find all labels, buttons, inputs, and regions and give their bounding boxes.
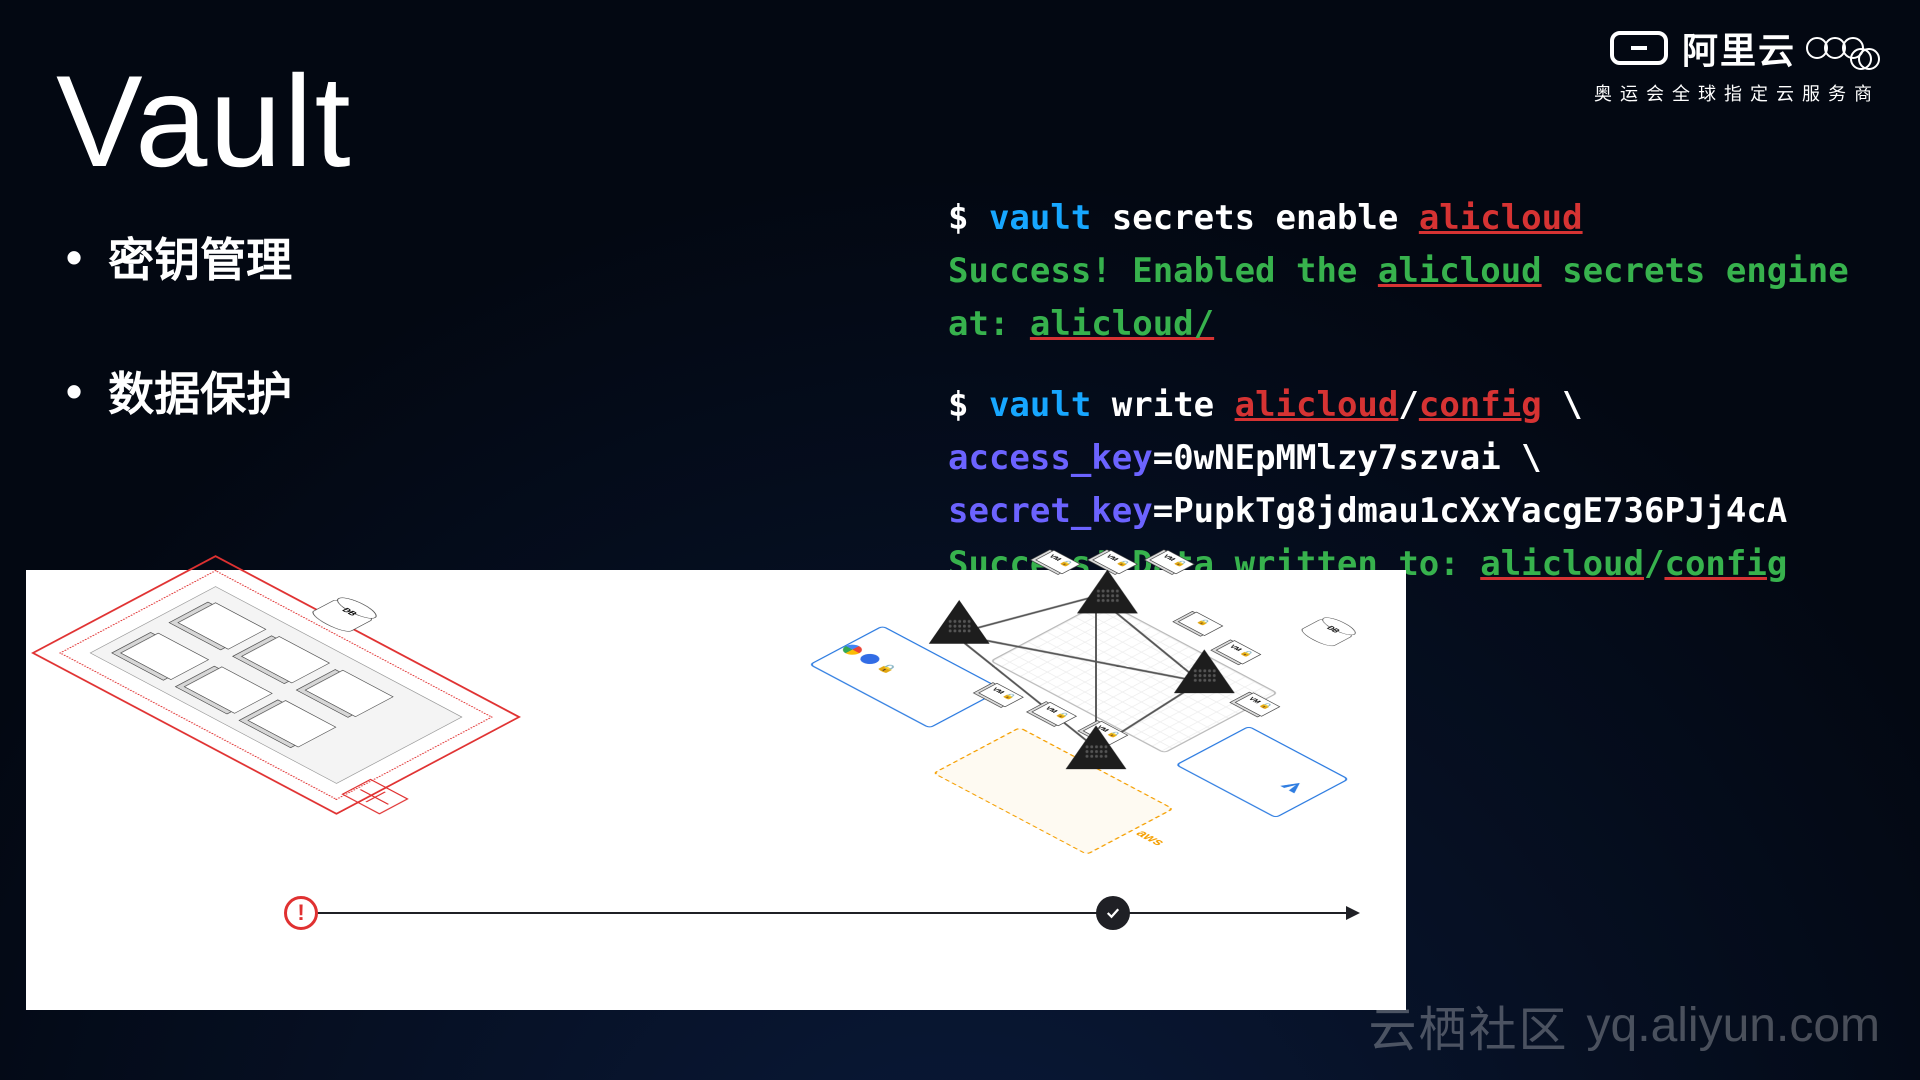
bullet-item: 密钥管理 xyxy=(66,224,292,290)
lock-icon: 🔒 xyxy=(1114,559,1131,568)
bullet-item: 数据保护 xyxy=(66,358,292,424)
consul-node-icon xyxy=(1174,649,1235,695)
term-highlight: config xyxy=(1664,544,1787,584)
lock-icon: 🔒 xyxy=(1171,559,1188,568)
lock-icon: 🔒 xyxy=(1257,701,1274,710)
term-text: / xyxy=(1398,385,1418,425)
watermark: 云栖社区 yq.aliyun.com xyxy=(1369,990,1880,1060)
prompt: $ xyxy=(948,198,989,238)
term-highlight: alicloud xyxy=(1480,544,1644,584)
cloud-plane-azure xyxy=(1175,726,1350,819)
database-icon: DB xyxy=(1292,617,1356,651)
term-highlight: config xyxy=(1419,385,1542,425)
prompt: $ xyxy=(948,385,989,425)
term-line-3: $ vault write alicloud/config \ xyxy=(948,379,1920,432)
vm-box: VM 🔒 xyxy=(1031,702,1077,726)
term-line-4: access_key=0wNEpMMlzy7szvai \ xyxy=(948,432,1920,485)
term-highlight: alicloud xyxy=(1235,385,1399,425)
architecture-diagram: ! DB VM 🔒 VM 🔒 VM 🔒 xyxy=(26,570,1406,1010)
term-text: \ xyxy=(1542,385,1583,425)
aws-logo-icon: aws xyxy=(1132,828,1169,848)
vm-box: VM 🔒 xyxy=(1149,550,1195,574)
consul-node-icon xyxy=(1066,725,1127,771)
stop-error-icon: ! xyxy=(284,896,318,930)
slide-title: Vault xyxy=(56,46,353,196)
term-cmd: vault xyxy=(989,198,1091,238)
multicloud-isometric: VM 🔒 VM 🔒 VM 🔒 VM 🔒 VM 🔒 VM 🔒 VM 🔒 VM 🔒 … xyxy=(811,539,1381,891)
terminal-block: $ vault secrets enable alicloud Success!… xyxy=(948,192,1920,591)
watermark-url: yq.aliyun.com xyxy=(1587,998,1880,1053)
cloud-plane-generic xyxy=(990,600,1279,753)
lock-icon: 🔒 xyxy=(1000,692,1017,701)
term-cmd: vault xyxy=(989,385,1091,425)
term-text: / xyxy=(1644,544,1664,584)
term-line-2: Success! Enabled the alicloud secrets en… xyxy=(948,245,1920,351)
vm-box: 🔒 xyxy=(1178,612,1224,636)
term-text: = xyxy=(1153,491,1173,531)
term-value: PupkTg8jdmau1cXxYacgE736PJj4cA xyxy=(1173,491,1787,531)
term-line-1: $ vault secrets enable alicloud xyxy=(948,192,1920,245)
lock-icon: 🔒 xyxy=(1054,711,1071,720)
term-key: access_key xyxy=(948,438,1153,478)
term-text: secrets enable xyxy=(1091,198,1419,238)
brand-logo: 阿里云 奥运会全球指定云服务商 xyxy=(1594,22,1880,106)
term-text: \ xyxy=(1501,438,1542,478)
consul-node-icon xyxy=(1077,570,1138,616)
lock-icon: 🔒 xyxy=(1057,559,1074,568)
stop-success-icon xyxy=(1096,896,1130,930)
term-success: Success! Enabled the xyxy=(948,251,1378,291)
bullet-list: 密钥管理 数据保护 xyxy=(66,224,292,492)
brand-tagline: 奥运会全球指定云服务商 xyxy=(1594,80,1880,106)
lock-icon: 🔒 xyxy=(1238,649,1255,658)
olympic-rings-icon xyxy=(1810,37,1880,59)
lock-icon: 🔒 xyxy=(1195,618,1212,627)
migration-arrow xyxy=(306,912,1356,914)
term-text: = xyxy=(1153,438,1173,478)
term-value: 0wNEpMMlzy7szvai xyxy=(1173,438,1501,478)
consul-node-icon xyxy=(929,600,990,646)
vm-box: VM 🔒 xyxy=(1035,550,1081,574)
term-highlight: alicloud/ xyxy=(1030,304,1214,344)
perimeter-outer xyxy=(31,555,521,815)
term-text: write xyxy=(1091,385,1234,425)
brand-name: 阿里云 xyxy=(1682,22,1796,74)
datacenter-isometric: DB xyxy=(60,555,492,816)
term-key: secret_key xyxy=(948,491,1153,531)
term-line-5: secret_key=PupkTg8jdmau1cXxYacgE736PJj4c… xyxy=(948,485,1920,538)
term-highlight: alicloud xyxy=(1419,198,1583,238)
term-highlight: alicloud xyxy=(1378,251,1542,291)
alibaba-bracket-icon xyxy=(1610,31,1668,65)
